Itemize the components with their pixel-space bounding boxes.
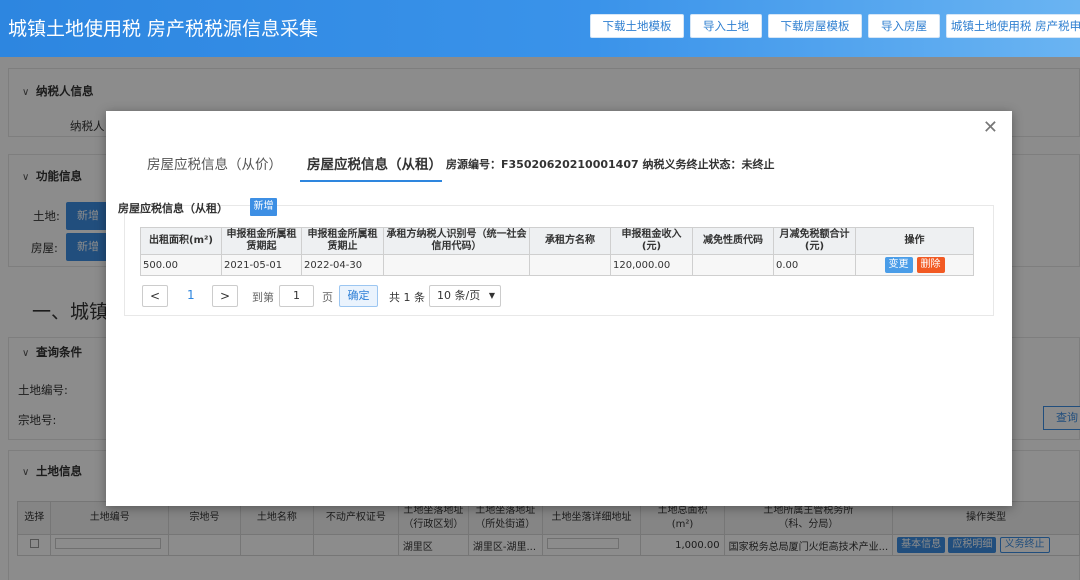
add-rental-button[interactable]: 新增 [250,198,277,216]
table-header: 申报租金收入(元) [610,227,693,255]
download-house-template-button[interactable]: 下载房屋模板 [768,14,862,38]
lease-start-cell: 2021-05-01 [221,254,302,276]
page-size-value: 10 条/页 [437,289,481,302]
close-icon[interactable]: ✕ [983,117,998,138]
current-page[interactable]: 1 [187,288,195,302]
tenant-id-cell [383,254,530,276]
page-size-select[interactable]: 10 条/页 ▼ [429,285,501,307]
table-header: 申报租金所属租赁期止 [301,227,384,255]
import-house-button[interactable]: 导入房屋 [868,14,940,38]
lease-end-cell: 2022-04-30 [301,254,384,276]
tab-house-ad-valorem[interactable]: 房屋应税信息（从价） [147,153,282,173]
table-header: 操作 [855,227,974,255]
table-header: 出租面积(m²) [140,227,222,255]
row-actions-cell: 变更 删除 [855,254,974,276]
table-header: 月减免税额合计(元) [773,227,856,255]
next-page-button[interactable]: > [212,285,238,307]
monthly-relief-cell: 0.00 [773,254,856,276]
table-row: 500.00 2021-05-01 2022-04-30 120,000.00 … [140,254,974,276]
table-header: 申报租金所属租赁期起 [221,227,302,255]
goto-label: 到第 [252,291,274,304]
download-land-template-button[interactable]: 下载土地模板 [590,14,684,38]
caret-down-icon: ▼ [488,291,495,300]
rental-table: 出租面积(m²) 申报租金所属租赁期起 申报租金所属租赁期止 承租方纳税人识别号… [140,227,974,276]
tenant-name-cell [529,254,611,276]
app-header: 城镇土地使用税 房产税税源信息采集 下载土地模板 导入土地 下载房屋模板 导入房… [0,0,1080,57]
tab-house-rental[interactable]: 房屋应税信息（从租） [307,153,442,173]
house-tax-modal: ✕ 房屋应税信息（从价） 房屋应税信息（从租） 房源编号：F3502062021… [106,111,1012,506]
goto-confirm-button[interactable]: 确定 [339,285,378,307]
tax-source-collect-button[interactable]: 城镇土地使用税 房产税申 [946,14,1080,38]
total-count: 共 1 条 [389,291,425,304]
relief-code-cell [692,254,774,276]
delete-button[interactable]: 删除 [916,257,945,273]
page-number-input[interactable]: 1 [279,285,314,307]
active-tab-indicator [300,180,442,182]
rental-section-title: 房屋应税信息（从租） [118,202,228,215]
rental-income-cell: 120,000.00 [610,254,693,276]
house-source-info: 房源编号：F35020620210001407 纳税义务终止状态：未终止 [446,158,775,171]
prev-page-button[interactable]: < [142,285,168,307]
import-land-button[interactable]: 导入土地 [690,14,762,38]
change-button[interactable]: 变更 [884,257,913,273]
page-suffix-label: 页 [322,291,333,304]
app-title: 城镇土地使用税 房产税税源信息采集 [8,18,319,40]
table-header: 承租方纳税人识别号（统一社会信用代码） [383,227,530,255]
rental-area-cell: 500.00 [140,254,222,276]
table-header: 承租方名称 [529,227,611,255]
table-header: 减免性质代码 [692,227,774,255]
